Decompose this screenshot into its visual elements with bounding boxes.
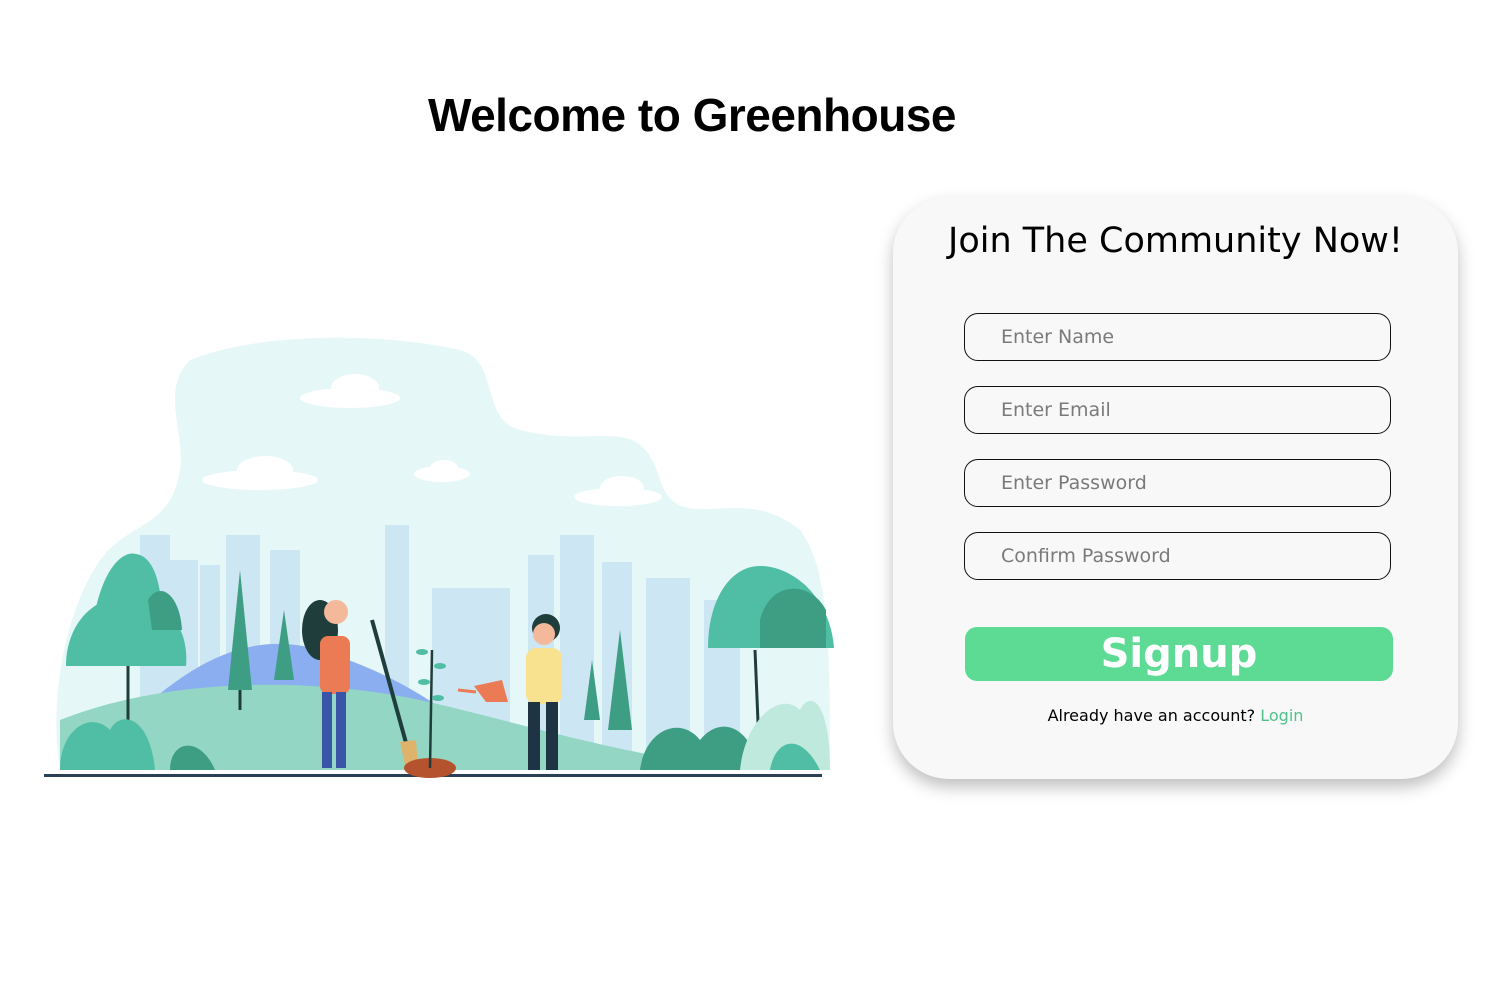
login-prompt: Already have an account? (1047, 706, 1256, 725)
gardening-illustration (44, 337, 834, 778)
signup-card: Join The Community Now! Signup Already h… (893, 197, 1458, 779)
signup-card-title: Join The Community Now! (948, 221, 1403, 261)
email-field[interactable] (964, 386, 1391, 434)
signup-button[interactable]: Signup (965, 627, 1393, 681)
confirm-password-field[interactable] (964, 532, 1391, 580)
login-link[interactable]: Login (1260, 706, 1303, 725)
login-row: Already have an account? Login (893, 706, 1458, 725)
password-field[interactable] (964, 459, 1391, 507)
name-field[interactable] (964, 313, 1391, 361)
page-title: Welcome to Greenhouse (427, 89, 957, 141)
